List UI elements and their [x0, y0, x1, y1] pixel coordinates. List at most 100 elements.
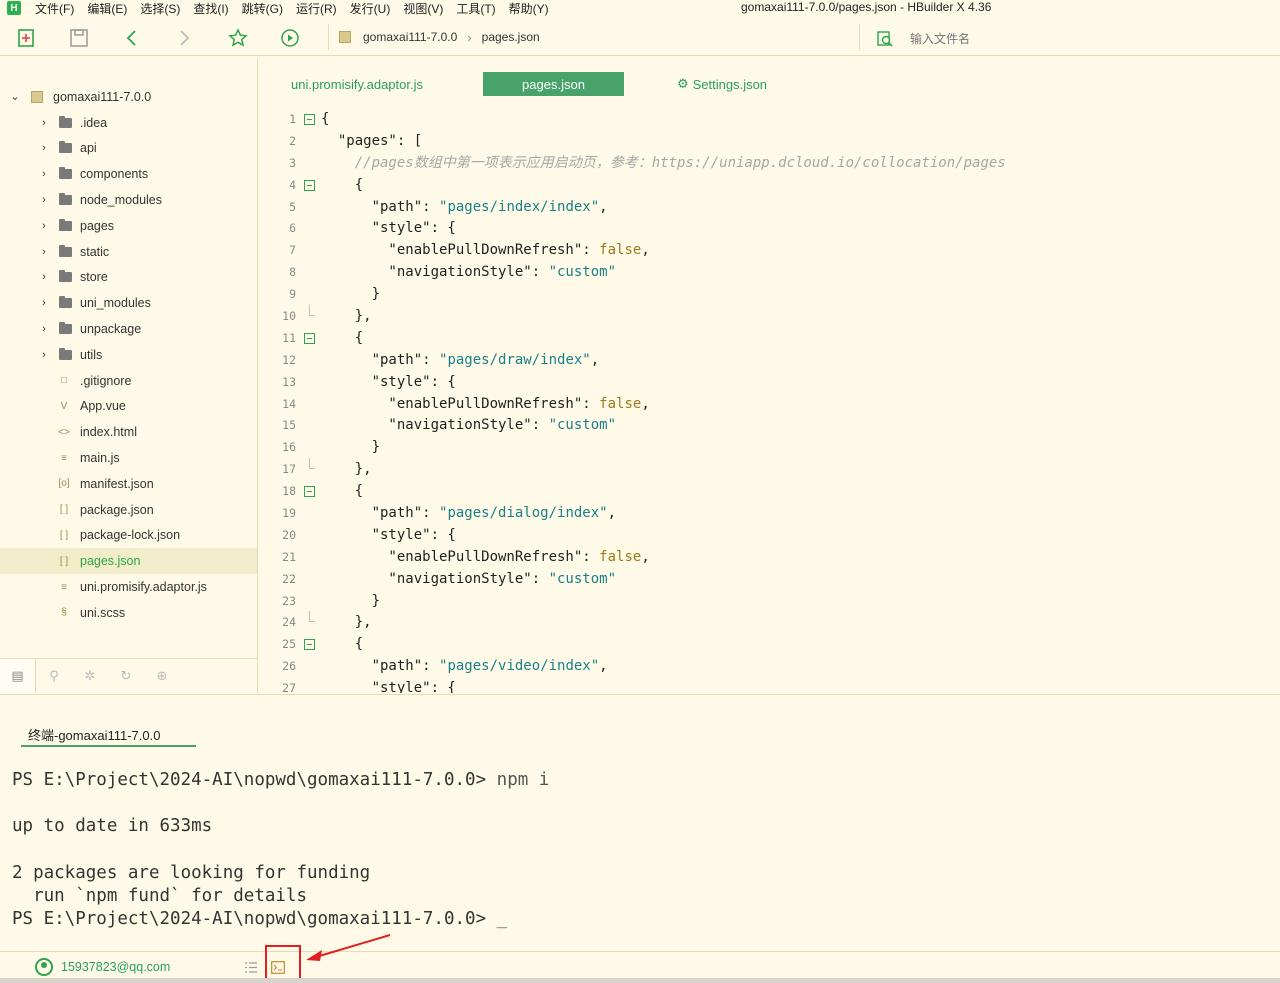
tree-file-main-js[interactable]: ≡ main.js — [0, 445, 257, 471]
tree-folder-utils[interactable]: › utils — [0, 342, 257, 368]
breadcrumb-project[interactable]: gomaxai111-7.0.0 — [363, 30, 457, 44]
menu-item-0[interactable]: 文件(F) — [35, 0, 74, 17]
tree-file--gitignore[interactable]: □ .gitignore — [0, 368, 257, 394]
code-text: { — [321, 480, 363, 502]
menu-item-4[interactable]: 跳转(G) — [242, 0, 283, 17]
back-icon[interactable] — [120, 26, 144, 50]
breadcrumb-file[interactable]: pages.json — [482, 30, 540, 44]
project-explorer: ⌄ gomaxai111-7.0.0 › .idea › api › components › n… — [0, 58, 258, 693]
code-token: "custom" — [548, 417, 617, 434]
menu-item-8[interactable]: 工具(T) — [456, 0, 495, 17]
folder-icon — [59, 167, 72, 180]
chevron-right-icon[interactable]: › — [39, 220, 49, 232]
tab-pages-json[interactable]: pages.json — [483, 72, 624, 96]
star-icon[interactable] — [226, 26, 250, 50]
menu-item-3[interactable]: 查找(I) — [193, 0, 228, 17]
code-token: "pages/dialog/index" — [439, 505, 608, 522]
chevron-right-icon[interactable]: › — [39, 297, 49, 309]
tree-file-uni-promisify-adaptor-js[interactable]: ≡ uni.promisify.adaptor.js — [0, 574, 257, 600]
file-search-input[interactable] — [910, 32, 1210, 46]
tab-uni-promisify[interactable]: uni.promisify.adaptor.js — [291, 72, 441, 96]
line-number: 11 — [282, 330, 296, 345]
new-file-icon[interactable] — [14, 26, 38, 50]
file-search-icon[interactable] — [876, 30, 894, 48]
terminal-tab[interactable]: 终端-gomaxai111-7.0.0 — [21, 721, 196, 747]
tree-label: manifest.json — [80, 476, 154, 491]
tree-file-index-html[interactable]: <> index.html — [0, 419, 257, 445]
code-line: 1{ — [259, 108, 1280, 130]
tree-folder--idea[interactable]: › .idea — [0, 110, 257, 136]
file-icon: [o] — [58, 478, 70, 490]
tab-settings-json[interactable]: ⚙ Settings.json — [667, 72, 777, 96]
terminal-prompt: PS E:\Project\2024-AI\nopwd\gomaxai111-7… — [12, 909, 497, 930]
menu-item-7[interactable]: 视图(V) — [403, 0, 443, 17]
fold-toggle-icon[interactable] — [304, 179, 315, 191]
tree-folder-unpackage[interactable]: › unpackage — [0, 316, 257, 342]
terminal-line: PS E:\Project\2024-AI\nopwd\gomaxai111-7… — [12, 769, 549, 792]
tree-file-package-lock-json[interactable]: [ ] package-lock.json — [0, 523, 257, 549]
code-text: "navigationStyle": "custom" — [321, 568, 616, 590]
plugin-tab-icon[interactable]: ⊕ — [144, 659, 180, 693]
user-account[interactable]: 15937823@qq.com — [35, 958, 170, 976]
line-number: 25 — [282, 637, 296, 652]
tree-folder-components[interactable]: › components — [0, 161, 257, 187]
chevron-right-icon[interactable]: › — [39, 349, 49, 361]
tree-file-manifest-json[interactable]: [o] manifest.json — [0, 471, 257, 497]
tree-folder-api[interactable]: › api — [0, 136, 257, 162]
menu-item-5[interactable]: 运行(R) — [296, 0, 337, 17]
code-line: 3 //pages数组中第一项表示应用启动页，参考：https://uniapp… — [259, 152, 1280, 174]
tree-file-package-json[interactable]: [ ] package.json — [0, 497, 257, 523]
terminal-output[interactable]: PS E:\Project\2024-AI\nopwd\gomaxai111-7… — [12, 769, 549, 931]
code-token: "navigationStyle": — [321, 264, 549, 281]
tree-folder-node-modules[interactable]: › node_modules — [0, 187, 257, 213]
code-text: }, — [321, 611, 372, 633]
tree-label: unpackage — [80, 322, 142, 337]
chevron-down-icon[interactable]: ⌄ — [10, 91, 20, 103]
menu-item-9[interactable]: 帮助(Y) — [509, 0, 549, 17]
tree-file-uni-scss[interactable]: § uni.scss — [0, 600, 257, 626]
run-icon[interactable] — [278, 26, 302, 50]
line-number: 22 — [282, 571, 296, 586]
binoculars-tab-icon[interactable]: ⚲ — [36, 659, 72, 693]
code-text: } — [321, 436, 380, 458]
explorer-tab-icon[interactable]: ▤ — [0, 658, 36, 693]
fold-toggle-icon[interactable] — [304, 639, 315, 651]
terminal-line: run `npm fund` for details — [12, 885, 549, 908]
tree-folder-store[interactable]: › store — [0, 265, 257, 291]
chevron-right-icon[interactable]: › — [39, 246, 49, 258]
code-token: "pages" — [337, 132, 397, 149]
git-tab-icon[interactable]: ↻ — [108, 659, 144, 693]
menu-item-6[interactable]: 发行(U) — [350, 0, 391, 17]
tree-folder-uni-modules[interactable]: › uni_modules — [0, 290, 257, 316]
chevron-right-icon[interactable]: › — [39, 168, 49, 180]
save-icon[interactable] — [67, 26, 91, 50]
code-editor[interactable]: 1{2 "pages": [3 //pages数组中第一项表示应用启动页，参考：… — [259, 108, 1280, 693]
list-icon[interactable] — [244, 961, 258, 974]
forward-icon[interactable] — [172, 26, 196, 50]
fold-toggle-icon[interactable] — [304, 332, 315, 344]
chevron-right-icon[interactable]: › — [39, 142, 49, 154]
tree-file-pages-json[interactable]: [ ] pages.json — [0, 548, 257, 575]
terminal-line: 2 packages are looking for funding — [12, 862, 549, 885]
line-number: 21 — [282, 549, 296, 564]
fold-toggle-icon[interactable] — [304, 114, 315, 125]
code-token: false — [599, 242, 642, 259]
chevron-right-icon[interactable]: › — [39, 117, 49, 129]
tree-folder-pages[interactable]: › pages — [0, 213, 257, 239]
tree-label: store — [80, 270, 108, 285]
menu-item-2[interactable]: 选择(S) — [140, 0, 180, 17]
debug-tab-icon[interactable]: ✲ — [72, 659, 108, 693]
tree-project-root[interactable]: ⌄ gomaxai111-7.0.0 — [0, 84, 257, 110]
tree-folder-static[interactable]: › static — [0, 239, 257, 265]
breadcrumb: gomaxai111-7.0.0 › pages.json — [328, 24, 860, 50]
fold-toggle-icon[interactable] — [304, 486, 315, 498]
code-token: "path": — [321, 198, 440, 215]
chevron-right-icon[interactable]: › — [39, 271, 49, 283]
chevron-right-icon[interactable]: › — [39, 194, 49, 206]
chevron-right-icon[interactable]: › — [39, 323, 49, 335]
code-text: "path": "pages/index/index", — [321, 196, 608, 218]
tree-file-App-vue[interactable]: V App.vue — [0, 394, 257, 420]
tree-label: uni.promisify.adaptor.js — [80, 580, 207, 595]
menu-item-1[interactable]: 编辑(E) — [87, 0, 127, 17]
